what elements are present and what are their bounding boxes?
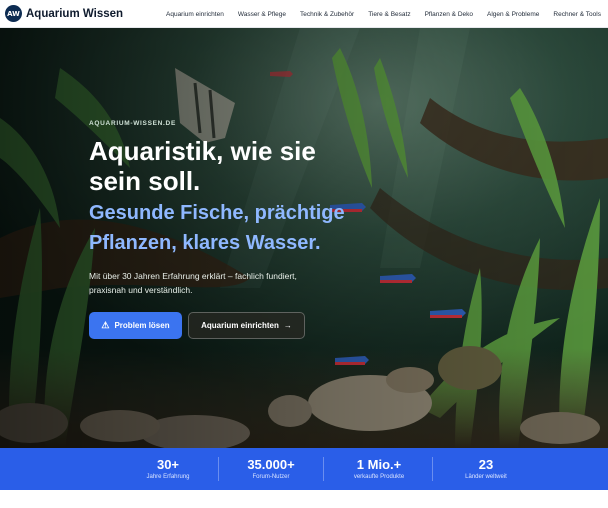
brand-name: Aquarium Wissen <box>26 7 124 20</box>
problem-loesen-button[interactable]: ⚠ Problem lösen <box>89 312 182 339</box>
stat-countries: 23 Länder weltweit <box>434 448 538 490</box>
arrow-right-icon: → <box>283 321 292 330</box>
stat-label: verkaufte Produkte <box>353 474 405 480</box>
main-nav: Aquarium einrichten Wasser & Pflege Tech… <box>166 0 601 28</box>
hero-headline: Aquaristik, wie sie sein soll. <box>89 136 409 196</box>
hero-content: AQUARIUM-WISSEN.DE Aquaristik, wie sie s… <box>89 120 409 339</box>
stat-value: 35.000+ <box>247 457 295 472</box>
hero-headline-line-2: sein soll. <box>89 166 201 196</box>
stat-divider <box>323 457 324 481</box>
hero-section: AQUARIUM-WISSEN.DE Aquaristik, wie sie s… <box>0 28 608 448</box>
hero-intro-text: Mit über 30 Jahren Erfahrung erklärt – f… <box>89 271 297 295</box>
stat-value: 23 <box>478 457 494 472</box>
hero-subheadline-line-1: Gesunde Fische, prächtige <box>89 202 345 224</box>
nav-item-rechner-tools[interactable]: Rechner & Tools <box>553 11 601 18</box>
stat-label: Jahre Erfahrung <box>146 474 190 480</box>
hero-headline-line-1: Aquaristik, wie sie <box>89 136 316 166</box>
warning-icon: ⚠ <box>101 320 110 330</box>
stat-forum-users: 35.000+ Forum-Nutzer <box>219 448 323 490</box>
nav-item-wasser-pflege[interactable]: Wasser & Pflege <box>238 11 286 18</box>
nav-item-technik-zubehoer[interactable]: Technik & Zubehör <box>300 11 354 18</box>
hero-subheadline-line-2: Pflanzen, klares Wasser. <box>89 232 321 254</box>
stat-value: 1 Mio.+ <box>356 457 402 472</box>
site-header: AW Aquarium Wissen Aquarium einrichten W… <box>0 0 608 28</box>
nav-item-aquarium-einrichten[interactable]: Aquarium einrichten <box>166 11 224 18</box>
nav-item-algen-probleme[interactable]: Algen & Probleme <box>487 11 539 18</box>
stat-label: Länder weltweit <box>465 474 507 480</box>
hero-eyebrow: AQUARIUM-WISSEN.DE <box>89 120 176 127</box>
aquarium-einrichten-label: Aquarium einrichten <box>201 321 279 330</box>
stat-products-sold: 1 Mio.+ verkaufte Produkte <box>327 448 431 490</box>
stat-value: 30+ <box>156 457 180 472</box>
stats-band: 30+ Jahre Erfahrung 35.000+ Forum-Nutzer… <box>0 448 608 490</box>
hero-cta-group: ⚠ Problem lösen Aquarium einrichten → <box>89 312 409 339</box>
next-section <box>0 490 608 508</box>
stat-experience: 30+ Jahre Erfahrung <box>116 448 220 490</box>
nav-item-tiere-besatz[interactable]: Tiere & Besatz <box>368 11 410 18</box>
logo-icon: AW <box>5 5 22 22</box>
problem-loesen-label: Problem lösen <box>114 321 170 330</box>
brand-link[interactable]: AW Aquarium Wissen <box>0 5 123 22</box>
nav-item-pflanzen-deko[interactable]: Pflanzen & Deko <box>425 11 473 18</box>
hero-subheadline: Gesunde Fische, prächtige Pflanzen, klar… <box>89 198 409 258</box>
aquarium-einrichten-button[interactable]: Aquarium einrichten → <box>188 312 305 339</box>
stat-divider <box>432 457 433 481</box>
stat-label: Forum-Nutzer <box>252 474 290 480</box>
